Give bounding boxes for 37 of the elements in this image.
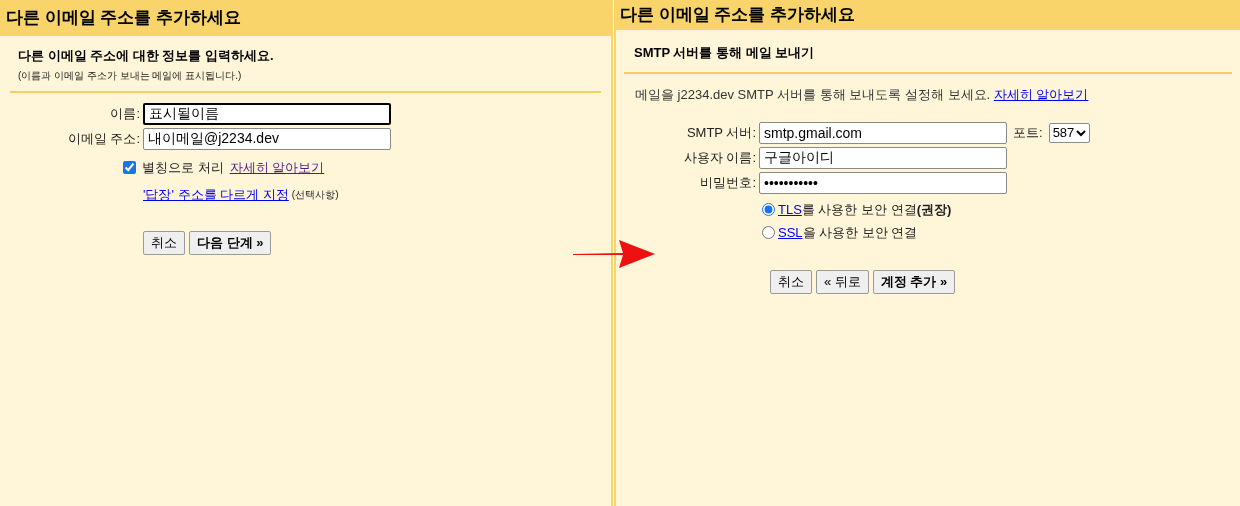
section-heading: SMTP 서버를 통해 메일 보내기 [634, 44, 816, 62]
dialog-button[interactable]: 취소 [143, 230, 185, 255]
radio-label: SSL을 사용한 보안 연결 [778, 223, 918, 242]
port-label: 포트: [1013, 124, 1043, 143]
note-text: (이름과 이메일 주소가 보내는 메일에 표시됩니다.) [18, 68, 243, 83]
learn-more-link[interactable]: 자세히 알아보기 [229, 157, 325, 177]
port-select[interactable]: 587 [1048, 123, 1091, 143]
input-field[interactable]: 표시될이름 [143, 102, 391, 125]
protocol-link[interactable]: TLS [778, 202, 802, 217]
field-label: SMTP 서버: [685, 124, 756, 143]
field-label: 이메일 주소: [66, 129, 140, 148]
field-label: 이름: [109, 104, 140, 123]
input-field[interactable]: smtp.gmail.com [759, 122, 1007, 144]
checkbox-label: 별칭으로 처리 [142, 158, 224, 177]
field-label: 비밀번호: [699, 174, 756, 193]
dialog-title: 다른 이메일 주소를 추가하세요 [616, 0, 1240, 30]
learn-more-link[interactable]: 자세히 알아보기 [993, 86, 1089, 102]
input-field[interactable]: 구글아이디 [759, 147, 1007, 169]
reply-address-link[interactable]: '답장' 주소를 다르게 지정 [143, 185, 289, 205]
security-radio[interactable] [762, 225, 775, 239]
input-field[interactable]: ••••••••••• [759, 172, 1007, 194]
dialog-title: 다른 이메일 주소를 추가하세요 [0, 0, 611, 36]
dialog-button[interactable]: 다음 단계 » [189, 230, 272, 255]
field-label: 사용자 이름: [682, 149, 756, 168]
alias-checkbox[interactable] [123, 160, 136, 174]
radio-label: TLS를 사용한 보안 연결(권장) [778, 201, 952, 219]
protocol-link[interactable]: SSL [778, 224, 803, 240]
input-field[interactable]: 내이메일@j2234.dev [143, 127, 391, 150]
section-heading: 다른 이메일 주소에 대한 정보를 입력하세요. [18, 47, 275, 65]
optional-note: (선택사항) [291, 188, 339, 203]
arrow-icon [573, 238, 655, 270]
dialog-button[interactable]: 계정 추가 » [872, 270, 956, 294]
intro-text: 메일을 j2234.dev SMTP 서버를 통해 보내도록 설정해 보세요. [635, 86, 991, 102]
dialog-button[interactable]: 취소 [770, 270, 812, 294]
chevron-down-icon [1076, 129, 1087, 137]
security-radio[interactable] [762, 203, 775, 217]
dialog-button[interactable]: « 뒤로 [816, 270, 869, 294]
